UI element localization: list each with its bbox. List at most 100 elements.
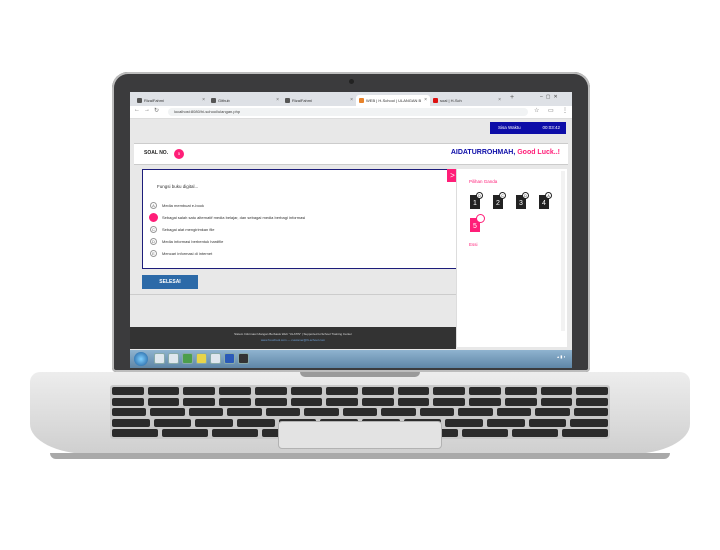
question-nav-4[interactable]: 4A bbox=[539, 192, 552, 209]
keyboard-key bbox=[112, 429, 158, 437]
url-text: localhost:8080/hi-school/ulangan.php bbox=[174, 109, 241, 114]
option-radio[interactable]: D bbox=[150, 238, 157, 245]
option-radio-selected[interactable]: B bbox=[149, 213, 158, 222]
question-nav-number: 1 bbox=[473, 200, 477, 207]
windows-taskbar: ▴ ▮ ◐ bbox=[130, 350, 572, 368]
app-icon[interactable] bbox=[210, 353, 221, 364]
keyboard-key bbox=[458, 408, 493, 416]
multiple-choice-label: Pilihan Ganda bbox=[469, 179, 498, 184]
keyboard-key bbox=[112, 397, 144, 406]
current-marker-icon bbox=[476, 214, 485, 223]
keyboard-key bbox=[265, 408, 301, 416]
system-tray[interactable]: ▴ ▮ ◐ bbox=[506, 354, 566, 364]
browser-tab-5[interactable]: soal | H-Sch × bbox=[430, 95, 504, 106]
close-icon[interactable]: × bbox=[276, 95, 279, 106]
browser-tab-2[interactable]: Github × bbox=[208, 95, 282, 106]
start-button-icon[interactable] bbox=[134, 352, 148, 366]
option-radio[interactable]: A bbox=[150, 202, 157, 209]
keyboard-key bbox=[219, 387, 251, 395]
question-nav-1[interactable]: 1D bbox=[470, 192, 483, 209]
forward-icon[interactable]: → bbox=[144, 107, 150, 113]
answer-badge: C bbox=[499, 192, 506, 199]
keyboard-key bbox=[150, 408, 185, 416]
laptop-hinge bbox=[300, 372, 420, 377]
footer-line-2: www.hi-school.com — customer@hi-school.c… bbox=[260, 338, 326, 342]
question-navigator: Pilihan Ganda 1D 2C 3D 4A 5 Essi bbox=[456, 169, 567, 347]
menu-icon[interactable]: ⋮ bbox=[562, 107, 568, 114]
url-input[interactable]: localhost:8080/hi-school/ulangan.php bbox=[168, 108, 528, 116]
option-radio[interactable]: C bbox=[150, 226, 157, 233]
tab-favicon-icon bbox=[137, 98, 142, 103]
keyboard-key bbox=[445, 418, 483, 427]
tab-favicon-icon bbox=[433, 98, 438, 103]
keyboard-key bbox=[540, 397, 573, 406]
close-icon[interactable]: × bbox=[202, 95, 205, 106]
tab-label: Github bbox=[218, 98, 230, 103]
webcam bbox=[349, 79, 354, 84]
keyboard-key bbox=[183, 387, 216, 395]
keyboard-key bbox=[326, 387, 358, 395]
keyboard-key bbox=[362, 397, 394, 406]
keyboard-key bbox=[212, 429, 258, 437]
option-text: Media informasi berbentuk hardfile bbox=[162, 239, 224, 244]
browser-tab-1[interactable]: RizalFahmi × bbox=[134, 95, 208, 106]
option-text: Mencari informasi di internet bbox=[162, 251, 213, 256]
explorer-icon[interactable] bbox=[154, 353, 165, 364]
keyboard-key bbox=[290, 397, 323, 406]
new-tab-icon[interactable]: + bbox=[510, 94, 514, 101]
keyboard-key bbox=[528, 418, 567, 427]
tab-label: RizalFahmi bbox=[292, 98, 313, 103]
app-icon[interactable] bbox=[238, 353, 249, 364]
word-icon[interactable] bbox=[224, 353, 235, 364]
keyboard-key bbox=[112, 418, 150, 427]
keyboard-key bbox=[433, 397, 466, 406]
app-icon[interactable] bbox=[182, 353, 193, 364]
extension-icon[interactable]: ▭ bbox=[548, 107, 554, 114]
keyboard-key bbox=[219, 397, 251, 406]
star-icon[interactable]: ☆ bbox=[534, 107, 539, 114]
tab-label: soal | H-Sch bbox=[440, 98, 462, 103]
question-number-label: SOAL NO. bbox=[144, 150, 169, 156]
keyboard-key bbox=[562, 429, 608, 437]
chrome-icon[interactable] bbox=[196, 353, 207, 364]
keyboard-key bbox=[112, 408, 147, 416]
browser-tab-3[interactable]: RizalFahmi × bbox=[282, 95, 356, 106]
finish-button[interactable]: SELESAI bbox=[142, 275, 198, 289]
reload-icon[interactable]: ↻ bbox=[154, 107, 159, 114]
tab-favicon-icon bbox=[359, 98, 364, 103]
keyboard-key bbox=[397, 397, 430, 406]
close-icon[interactable]: × bbox=[350, 95, 353, 106]
keyboard-key bbox=[162, 429, 208, 437]
question-nav-2[interactable]: 2C bbox=[493, 192, 506, 209]
question-nav-number: 4 bbox=[542, 200, 546, 207]
github-icon bbox=[211, 98, 216, 103]
tab-label: RizalFahmi bbox=[144, 98, 165, 103]
keyboard-key bbox=[433, 387, 466, 395]
question-nav-3[interactable]: 3D bbox=[516, 192, 529, 209]
browser-tab-4[interactable]: WEB | H-School | ULANGAN B × bbox=[356, 95, 430, 106]
question-nav-5[interactable]: 5 bbox=[470, 214, 485, 232]
back-icon[interactable]: ← bbox=[134, 107, 140, 113]
browser-tab-bar: RizalFahmi × Github × RizalFahmi × WEB | H-… bbox=[130, 92, 572, 106]
essay-label: Essi bbox=[469, 242, 478, 247]
keyboard-key bbox=[570, 418, 608, 427]
option-radio[interactable]: E bbox=[150, 250, 157, 257]
keyboard-key bbox=[535, 408, 570, 416]
question-text: Fungsi buku digital... bbox=[157, 184, 199, 189]
keyboard-key bbox=[254, 387, 287, 395]
keyboard-key bbox=[576, 387, 608, 395]
keyboard-key bbox=[195, 418, 233, 427]
close-icon[interactable]: × bbox=[424, 95, 427, 106]
answer-badge: A bbox=[545, 192, 552, 199]
close-icon[interactable]: × bbox=[498, 95, 501, 106]
folder-icon[interactable] bbox=[168, 353, 179, 364]
window-controls[interactable]: –▢✕ bbox=[540, 94, 561, 100]
keyboard-key bbox=[504, 397, 537, 406]
page-footer: Sistem Informasi Ulangan Berbasis Web "U… bbox=[130, 327, 456, 349]
keyboard-key bbox=[147, 397, 180, 406]
exam-page: Sisa Waktu 00:03:42 SOAL NO. 5 AIDATURRO… bbox=[130, 119, 572, 350]
keyboard-key bbox=[512, 429, 558, 437]
scrollbar[interactable] bbox=[561, 171, 565, 331]
keyboard-key bbox=[147, 387, 180, 395]
keyboard-key bbox=[487, 418, 525, 427]
